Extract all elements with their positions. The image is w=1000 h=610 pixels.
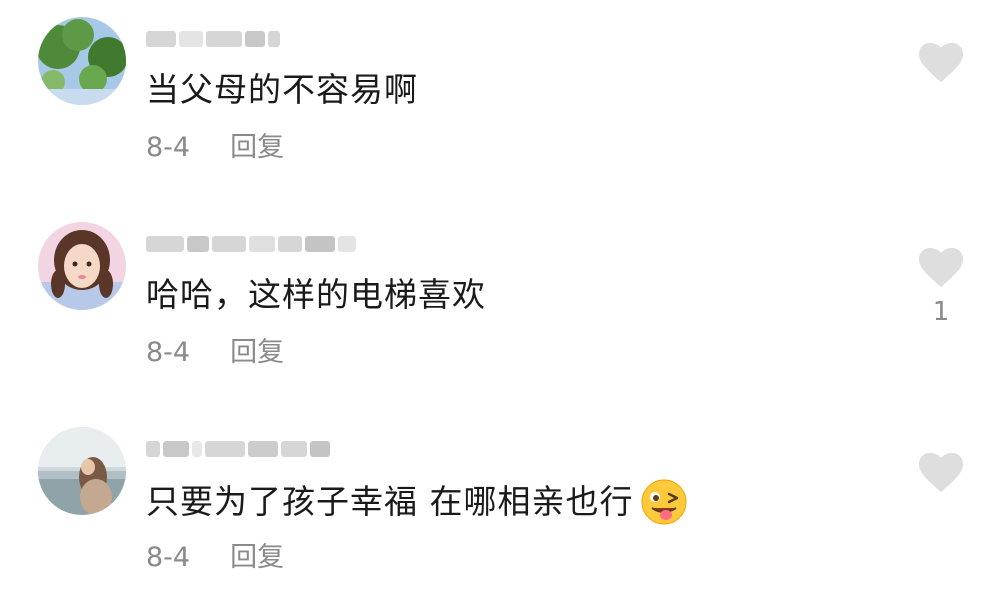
comment-text: 当父母的不容易啊 [146,70,418,109]
comment-item: 只要为了孩子幸福 在哪相亲也行 8-4 回复 [0,410,1000,610]
comment-date: 8-4 [146,337,191,368]
comment-text: 哈哈，这样的电梯喜欢 [146,275,486,314]
comment-date: 8-4 [146,132,191,163]
comment-meta: 8-4 回复 [146,335,284,371]
reply-button[interactable]: 回复 [230,130,284,166]
reply-button[interactable]: 回复 [230,540,284,576]
username-blurred[interactable] [146,438,330,460]
like-button[interactable] [918,40,964,84]
heart-icon [918,452,964,493]
heart-icon [918,247,964,288]
avatar[interactable] [38,17,126,105]
wink-tongue-emoji [641,479,686,525]
comment-text-content: 只要为了孩子幸福 在哪相亲也行 [146,482,634,521]
username-blurred[interactable] [146,233,356,255]
comment-date: 8-4 [146,542,191,573]
reply-button[interactable]: 回复 [230,335,284,371]
avatar[interactable] [38,427,126,515]
like-count: 1 [932,297,950,327]
comment-meta: 8-4 回复 [146,540,284,576]
like-button[interactable] [918,450,964,494]
comment-text: 只要为了孩子幸福 在哪相亲也行 [146,478,688,526]
comment-item: 哈哈，这样的电梯喜欢 8-4 回复 1 [0,205,1000,405]
like-button[interactable] [918,245,964,289]
username-blurred[interactable] [146,28,280,50]
comment-item: 当父母的不容易啊 8-4 回复 [0,0,1000,200]
comment-meta: 8-4 回复 [146,130,284,166]
heart-icon [918,42,964,83]
avatar[interactable] [38,222,126,310]
